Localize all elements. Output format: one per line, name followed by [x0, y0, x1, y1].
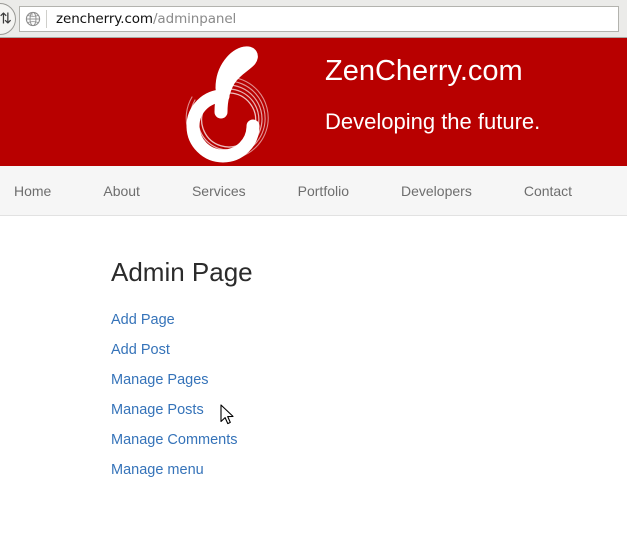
nav-item-about[interactable]: About	[103, 183, 140, 199]
browser-toolbar: ⇅ zencherry.com/adminpanel	[0, 0, 627, 38]
list-item: Manage menu	[111, 455, 627, 485]
list-item: Add Post	[111, 335, 627, 365]
link-manage-comments[interactable]: Manage Comments	[111, 425, 238, 455]
nav-item-contact[interactable]: Contact	[524, 183, 572, 199]
link-add-post[interactable]: Add Post	[111, 335, 170, 365]
link-manage-posts[interactable]: Manage Posts	[111, 395, 204, 425]
back-forward-icon: ⇅	[0, 9, 12, 28]
nav-item-home[interactable]: Home	[14, 183, 51, 199]
back-forward-button[interactable]: ⇅	[0, 3, 16, 35]
nav-item-portfolio[interactable]: Portfolio	[298, 183, 349, 199]
link-manage-pages[interactable]: Manage Pages	[111, 365, 209, 395]
list-item: Manage Pages	[111, 365, 627, 395]
globe-icon[interactable]	[20, 7, 46, 31]
list-item: Manage Posts	[111, 395, 627, 425]
site-header: ZenCherry.com Developing the future.	[0, 38, 627, 166]
list-item: Manage Comments	[111, 425, 627, 455]
main-content: Admin Page Add Page Add Post Manage Page…	[0, 216, 627, 558]
link-add-page[interactable]: Add Page	[111, 305, 175, 335]
nav-item-services[interactable]: Services	[192, 183, 246, 199]
list-item: Add Page	[111, 305, 627, 335]
nav-item-developers[interactable]: Developers	[401, 183, 472, 199]
link-manage-menu[interactable]: Manage menu	[111, 455, 204, 485]
header-titles: ZenCherry.com Developing the future.	[325, 55, 541, 134]
main-navigation: Home About Services Portfolio Developers…	[0, 166, 627, 216]
url-path: /adminpanel	[152, 11, 237, 27]
site-title: ZenCherry.com	[325, 55, 523, 87]
page-viewport: ZenCherry.com Developing the future. Hom…	[0, 38, 627, 558]
url-text: zencherry.com/adminpanel	[47, 11, 236, 27]
admin-link-list: Add Page Add Post Manage Pages Manage Po…	[111, 305, 627, 485]
site-tagline: Developing the future.	[325, 108, 541, 134]
url-bar[interactable]: zencherry.com/adminpanel	[19, 6, 619, 32]
url-host: zencherry.com	[56, 11, 153, 27]
page-title: Admin Page	[111, 257, 253, 287]
zen-enso-six-logo-icon	[165, 44, 287, 166]
